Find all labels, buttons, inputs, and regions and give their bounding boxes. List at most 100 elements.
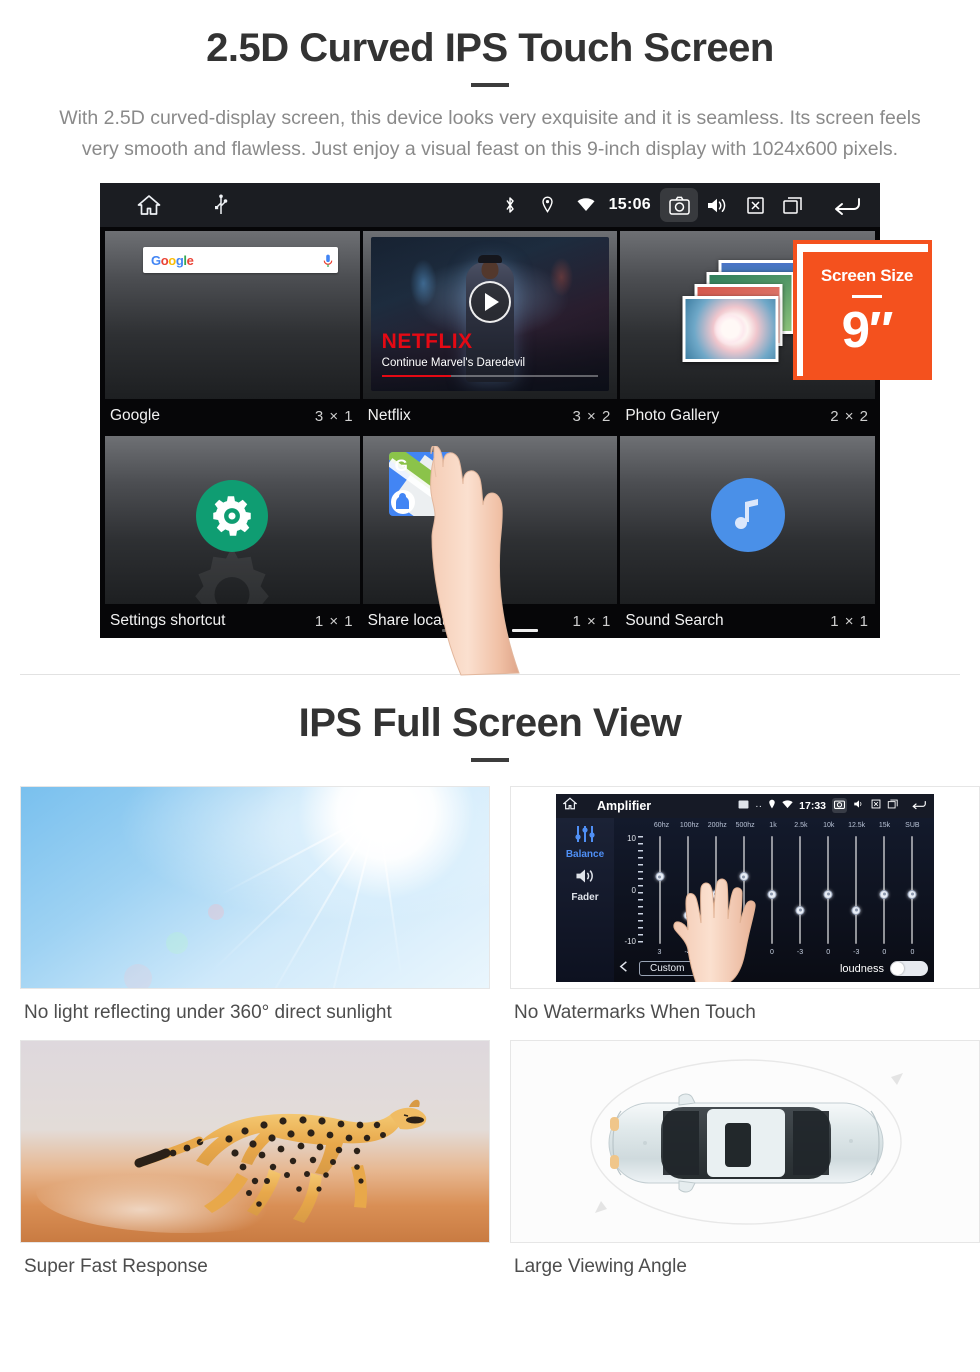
- eq-scale: 10 0 -10: [620, 834, 646, 946]
- location-pin-icon: [529, 188, 567, 222]
- sunlight-sky-photo: [20, 786, 490, 989]
- more-dots-icon: ··: [755, 799, 763, 812]
- amp-body: Balance Fader 60hz 100hz 200hz 500hz 1k …: [556, 817, 934, 982]
- settings-gear-icon[interactable]: [196, 480, 269, 552]
- loudness-label: loudness: [839, 962, 884, 975]
- balance-label[interactable]: Balance: [556, 849, 614, 860]
- widget-name: Google: [110, 407, 160, 424]
- widget-name: Netflix: [367, 407, 411, 424]
- widget-grid: Google Google 3 × 1 NETFLIX Continue Mar…: [100, 227, 880, 638]
- volume-icon[interactable]: [853, 799, 865, 812]
- music-note-icon[interactable]: [710, 478, 785, 552]
- page-dot[interactable]: [477, 629, 503, 632]
- widget-size: 1 × 1: [314, 612, 354, 630]
- eq-slider[interactable]: [899, 835, 926, 944]
- google-maps-icon[interactable]: G: [388, 452, 453, 516]
- recent-apps-icon[interactable]: [887, 799, 899, 812]
- eq-slider[interactable]: [815, 835, 842, 944]
- feature-card-no-watermarks: Amplifier ·· 17:33 Balance Fader 60hz 10…: [510, 786, 980, 1034]
- home-icon[interactable]: [562, 796, 578, 815]
- search-input[interactable]: Google: [143, 247, 338, 273]
- widget-size: 1 × 1: [572, 612, 612, 630]
- speaker-icon[interactable]: [556, 867, 614, 890]
- widget-label-row: Netflix 3 × 2: [362, 399, 618, 433]
- back-arrow-icon[interactable]: [828, 188, 866, 222]
- sliders-icon[interactable]: [573, 825, 597, 848]
- volume-icon[interactable]: [698, 188, 736, 222]
- microphone-icon[interactable]: [323, 254, 333, 267]
- amp-photo-frame: Amplifier ·· 17:33 Balance Fader 60hz 10…: [511, 787, 979, 988]
- eq-scale-ticks: [638, 835, 643, 944]
- location-pin-icon: [768, 799, 776, 813]
- page-dot[interactable]: [442, 629, 468, 632]
- netflix-subtitle: Continue Marvel's Daredevil: [381, 357, 526, 369]
- photo-card-blossom: [682, 296, 779, 362]
- car-figure: [590, 1059, 903, 1225]
- android-screenshot-wrapper: 15:06 Google Google 3 × 1 NETFLIX Contin…: [100, 183, 880, 638]
- page-title: 2.5D Curved IPS Touch Screen: [206, 26, 774, 70]
- widget-name: Photo Gallery: [625, 407, 720, 424]
- home-icon[interactable]: [130, 188, 168, 222]
- widget-name: Share location: [367, 612, 467, 629]
- recent-apps-icon[interactable]: [774, 188, 812, 222]
- fader-label[interactable]: Fader: [556, 892, 614, 903]
- sound-search-widget[interactable]: [620, 436, 875, 604]
- eq-value: 0: [882, 948, 887, 956]
- close-box-icon[interactable]: [736, 188, 774, 222]
- settings-shortcut-widget[interactable]: [105, 436, 360, 604]
- progress-bar: [381, 374, 599, 377]
- widget-cell-share-location[interactable]: G Share location 1 × 1: [362, 436, 618, 638]
- loudness-control[interactable]: loudness: [840, 961, 928, 976]
- close-box-icon[interactable]: [871, 799, 881, 812]
- amp-status-bar: Amplifier ·· 17:33: [556, 793, 934, 818]
- widget-cell-sound-search[interactable]: Sound Search 1 × 1: [620, 436, 875, 638]
- feature-caption: Super Fast Response: [24, 1256, 208, 1277]
- feature-caption: No Watermarks When Touch: [514, 1002, 756, 1023]
- eq-band-label: 60hz: [653, 821, 670, 829]
- running-cheetah-photo: [20, 1040, 490, 1243]
- amplifier-screen: Amplifier ·· 17:33 Balance Fader 60hz 10…: [556, 793, 934, 982]
- widget-cell-netflix[interactable]: NETFLIX Continue Marvel's Daredevil Netf…: [362, 231, 618, 433]
- feature-card-fast-response: Super Fast Response: [20, 1040, 490, 1288]
- loudness-toggle[interactable]: [890, 961, 928, 976]
- share-location-widget[interactable]: G: [362, 436, 618, 604]
- widget-label-row: Google 3 × 1: [105, 399, 360, 433]
- eq-scale-min: -10: [624, 936, 636, 946]
- person-avatar-icon: [390, 490, 415, 514]
- wifi-icon: [782, 799, 793, 812]
- eq-band-label: 1k: [769, 821, 777, 829]
- feature-card-sunlight: No light reflecting under 360° direct su…: [20, 786, 490, 1034]
- back-arrow-icon[interactable]: [911, 799, 927, 813]
- screen-size-label: Screen Size: [820, 266, 914, 285]
- android-widget-picker: 15:06 Google Google 3 × 1 NETFLIX Contin…: [100, 183, 880, 638]
- android-status-bar: 15:06: [100, 183, 880, 227]
- page-indicator: [100, 629, 880, 632]
- widget-name: Sound Search: [625, 612, 724, 629]
- eq-value: -3: [853, 948, 860, 956]
- netflix-widget[interactable]: NETFLIX Continue Marvel's Daredevil: [362, 231, 618, 399]
- widget-cell-google[interactable]: Google Google 3 × 1: [105, 231, 360, 433]
- eq-band-labels: 60hz 100hz 200hz 500hz 1k 2.5k 10k 12.5k…: [646, 822, 928, 829]
- section-curved-screen: 2.5D Curved IPS Touch Screen With 2.5D c…: [0, 0, 980, 676]
- camera-icon[interactable]: [660, 188, 698, 222]
- google-search-bar-widget[interactable]: Google: [105, 231, 360, 399]
- eq-band-label: SUB: [905, 821, 920, 829]
- google-g-letter: G: [394, 456, 408, 475]
- eq-slider[interactable]: [871, 835, 898, 944]
- lens-flare: [166, 931, 189, 954]
- section2-title: IPS Full Screen View: [298, 701, 682, 745]
- usb-icon[interactable]: [202, 188, 240, 222]
- amp-title: Amplifier: [597, 798, 652, 813]
- feature-caption: Large Viewing Angle: [514, 1256, 687, 1277]
- eq-band-label: 200hz: [707, 821, 727, 829]
- camera-icon[interactable]: [832, 798, 847, 813]
- badge-divider: [852, 295, 882, 298]
- chevron-left-icon[interactable]: [618, 960, 631, 978]
- eq-band-label: 10k: [823, 821, 835, 829]
- eq-slider[interactable]: [843, 835, 870, 944]
- page-dot-active[interactable]: [512, 629, 538, 632]
- widget-cell-settings-shortcut[interactable]: Settings shortcut 1 × 1: [105, 436, 360, 638]
- open-hand-overlay: [664, 862, 792, 982]
- play-icon[interactable]: [468, 280, 511, 323]
- screen-size-badge: Screen Size 9″: [803, 252, 931, 380]
